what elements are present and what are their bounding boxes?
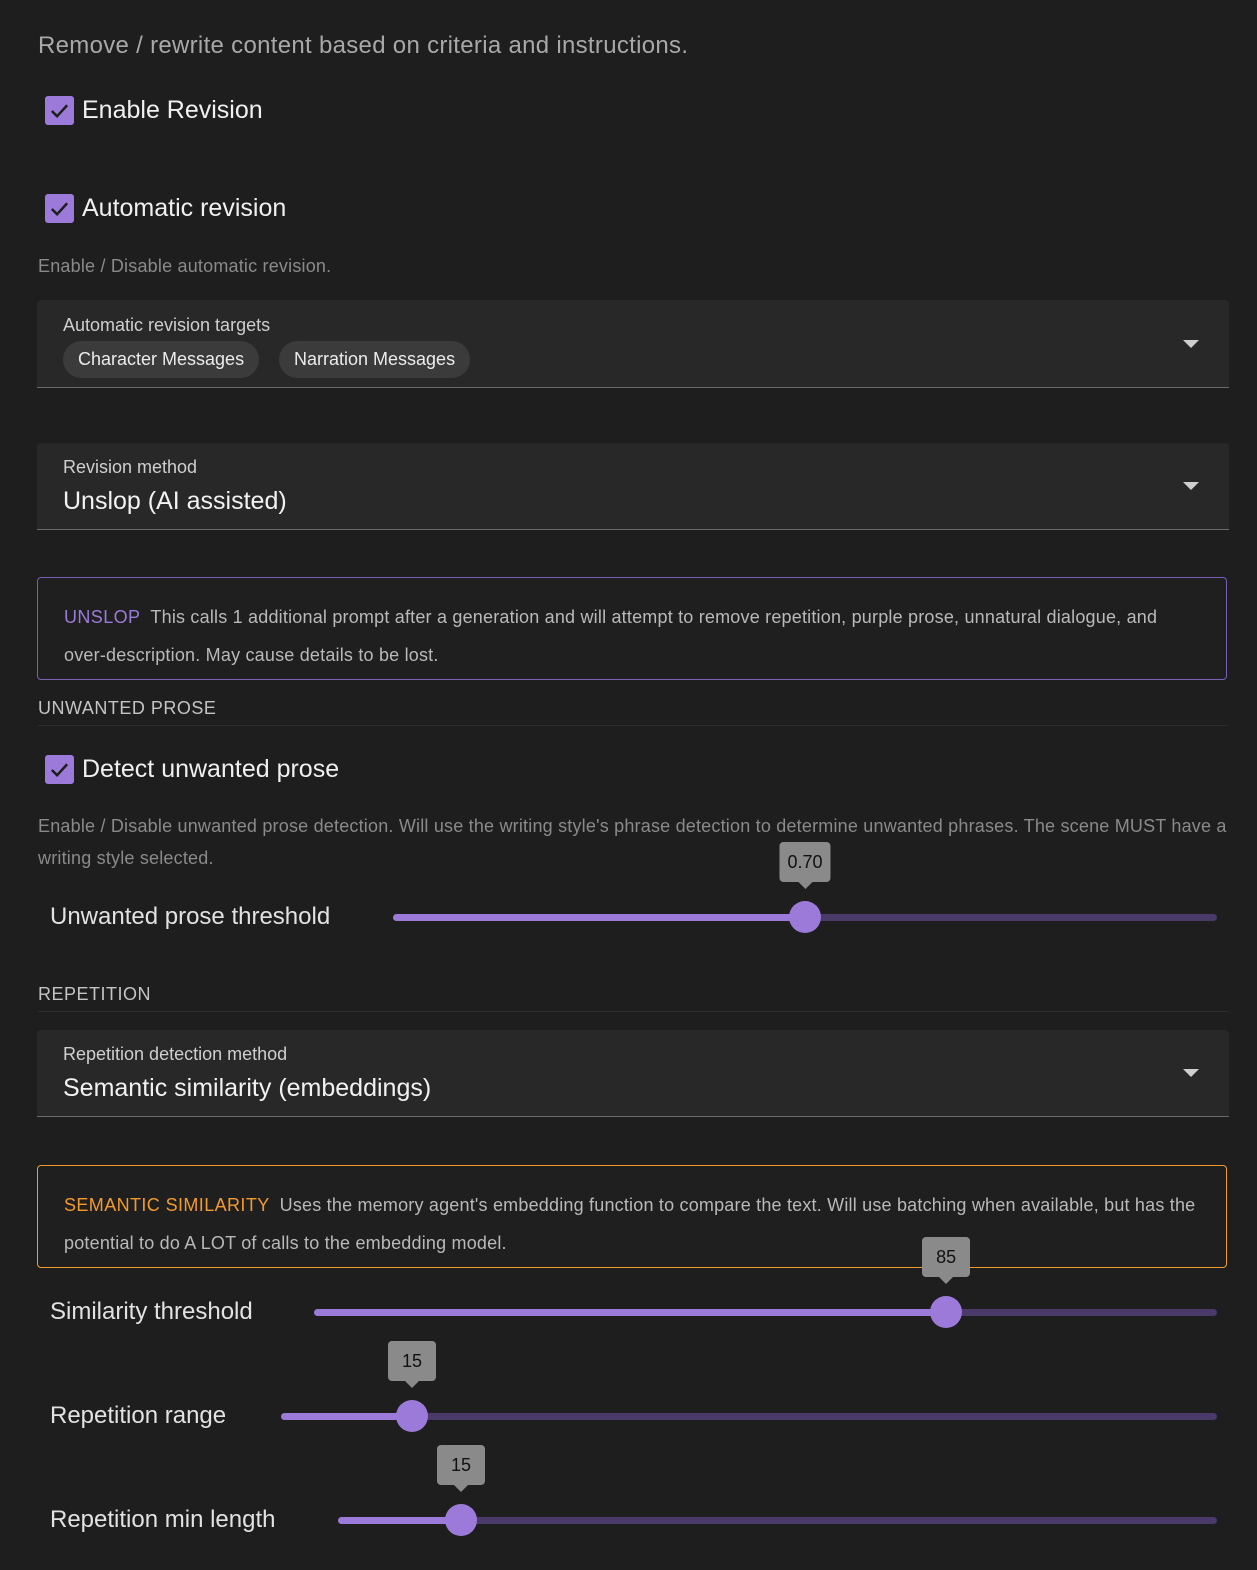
- revision-method-select[interactable]: Revision method Unslop (AI assisted): [37, 443, 1229, 530]
- revision-targets-label: Automatic revision targets: [63, 315, 271, 335]
- alert-text-unslop: This calls 1 additional prompt after a g…: [64, 607, 1158, 665]
- similarity-threshold-slider[interactable]: 85: [314, 1237, 1217, 1328]
- automatic-revision-label: Automatic revision: [82, 194, 287, 222]
- repetition-method-select[interactable]: Repetition detection method Semantic sim…: [37, 1030, 1229, 1117]
- repetition-method-label: Repetition detection method: [63, 1044, 288, 1064]
- alert-tag-unslop: UNSLOP: [64, 607, 141, 627]
- revision-method-value: Unslop (AI assisted): [63, 487, 287, 515]
- unwanted-prose-threshold-slider[interactable]: 0.70: [393, 842, 1217, 933]
- repetition-range-slider[interactable]: 15: [281, 1341, 1217, 1432]
- chevron-down-icon[interactable]: [1183, 340, 1199, 348]
- automatic-revision-checkbox[interactable]: Automatic revision: [45, 194, 286, 223]
- chip-narration-messages[interactable]: Narration Messages: [279, 341, 471, 378]
- slider-fill: [338, 1517, 462, 1524]
- section-title-unwanted-prose: UNWANTED PROSE: [38, 698, 1228, 726]
- check-icon[interactable]: [45, 755, 74, 784]
- slider-fill: [281, 1413, 413, 1420]
- slider-fill: [314, 1309, 947, 1316]
- chip-character-messages[interactable]: Character Messages: [63, 341, 260, 378]
- slider-thumb[interactable]: [789, 901, 821, 933]
- alert-tag-semantic: SEMANTIC SIMILARITY: [64, 1195, 270, 1215]
- revision-targets-select[interactable]: Automatic revision targets Character Mes…: [37, 300, 1229, 388]
- intro-text: Remove / rewrite content based on criter…: [38, 32, 689, 59]
- repetition-range-label: Repetition range: [50, 1402, 227, 1429]
- detect-unwanted-prose-checkbox[interactable]: Detect unwanted prose: [45, 755, 339, 784]
- check-icon[interactable]: [45, 194, 74, 223]
- slider-value-tooltip: 15: [388, 1341, 437, 1388]
- section-title-repetition: REPETITION: [38, 984, 1228, 1012]
- repetition-method-value: Semantic similarity (embeddings): [63, 1074, 432, 1102]
- slider-fill: [393, 914, 805, 921]
- detect-unwanted-prose-help: Enable / Disable unwanted prose detectio…: [38, 816, 1227, 868]
- slider-value-tooltip: 85: [922, 1237, 971, 1284]
- slider-value-tooltip: 0.70: [779, 842, 831, 889]
- enable-revision-checkbox[interactable]: Enable Revision: [45, 96, 263, 125]
- slider-thumb[interactable]: [930, 1296, 963, 1328]
- unslop-info-alert: UNSLOP This calls 1 additional prompt aft…: [37, 577, 1227, 680]
- similarity-threshold-label: Similarity threshold: [50, 1298, 253, 1325]
- slider-thumb[interactable]: [445, 1504, 478, 1536]
- repetition-min-length-label: Repetition min length: [50, 1506, 276, 1533]
- automatic-revision-help: Enable / Disable automatic revision.: [38, 256, 332, 276]
- unwanted-prose-threshold-label: Unwanted prose threshold: [50, 903, 331, 930]
- slider-thumb[interactable]: [396, 1400, 429, 1432]
- check-icon[interactable]: [45, 96, 74, 125]
- repetition-min-length-slider[interactable]: 15: [338, 1445, 1217, 1536]
- revision-method-label: Revision method: [63, 457, 198, 477]
- revision-settings-panel: Remove / rewrite content based on criter…: [0, 0, 1257, 1570]
- chevron-down-icon[interactable]: [1183, 1069, 1199, 1077]
- chevron-down-icon[interactable]: [1183, 482, 1199, 490]
- slider-value-tooltip: 15: [437, 1445, 486, 1492]
- semantic-similarity-warning-alert: SEMANTIC SIMILARITY Uses the memory agent…: [37, 1165, 1227, 1268]
- enable-revision-label: Enable Revision: [82, 96, 263, 124]
- detect-unwanted-prose-label: Detect unwanted prose: [82, 755, 340, 783]
